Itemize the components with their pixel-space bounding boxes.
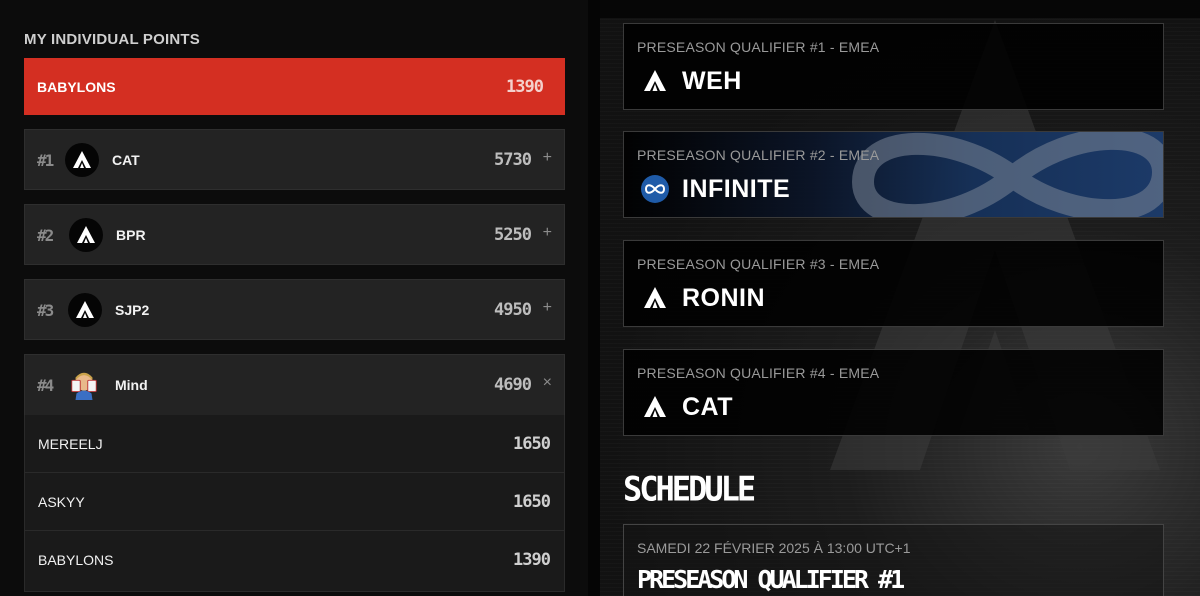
collapse-toggle-icon[interactable]: ×: [543, 374, 552, 392]
apex-logo-icon: [65, 143, 99, 177]
team-row-expanded[interactable]: #4 Mind 4690 ×: [24, 354, 565, 416]
member-name: MEREELJ: [38, 436, 103, 452]
team-points: 4690: [494, 375, 532, 395]
team-name: CAT: [112, 152, 140, 168]
qualifier-label: PRESEASON QUALIFIER #4 - EMEA: [637, 365, 880, 381]
qualifier-label: PRESEASON QUALIFIER #2 - EMEA: [637, 147, 880, 163]
member-points: 1650: [513, 434, 551, 454]
infinite-logo-icon: [638, 174, 672, 204]
schedule-title: SCHEDULE: [623, 469, 756, 509]
team-rank: #4: [37, 376, 54, 395]
member-row: BABYLONS 1390: [25, 531, 564, 589]
apex-logo-icon: [638, 66, 672, 96]
qualifier-winner: INFINITE: [682, 175, 791, 203]
member-name: BABYLONS: [38, 552, 114, 568]
apex-logo-icon: [68, 293, 102, 327]
panel-divider: [588, 0, 600, 596]
team-name: Mind: [115, 377, 148, 393]
section-title: MY INDIVIDUAL POINTS: [24, 31, 200, 48]
top-bar: [600, 0, 1200, 18]
team-rank: #1: [37, 151, 54, 170]
team-name: SJP2: [115, 302, 150, 318]
member-name: ASKYY: [38, 494, 85, 510]
team-row[interactable]: #2 BPR 5250 +: [24, 204, 565, 265]
team-rank: #2: [37, 226, 54, 245]
team-name: BPR: [116, 227, 146, 243]
qualifier-label: PRESEASON QUALIFIER #1 - EMEA: [637, 39, 880, 55]
event-date: SAMEDI 22 FÉVRIER 2025 À 13:00 UTC+1: [637, 540, 911, 556]
expand-toggle-icon[interactable]: +: [543, 224, 552, 242]
team-members-list: MEREELJ 1650 ASKYY 1650 BABYLONS 1390: [24, 415, 565, 592]
schedule-event-card[interactable]: SAMEDI 22 FÉVRIER 2025 À 13:00 UTC+1 PRE…: [623, 524, 1164, 596]
qualifier-card[interactable]: PRESEASON QUALIFIER #4 - EMEA CAT: [623, 349, 1164, 436]
expand-toggle-icon[interactable]: +: [543, 299, 552, 317]
qualifier-winner: CAT: [682, 393, 734, 421]
team-row[interactable]: #1 CAT 5730 +: [24, 129, 565, 190]
qualifier-card[interactable]: PRESEASON QUALIFIER #2 - EMEA INFINITE: [623, 131, 1164, 218]
qualifiers-panel: PRESEASON QUALIFIER #1 - EMEA WEH PRESEA…: [600, 0, 1200, 596]
team-rank: #3: [37, 301, 54, 320]
qualifier-label: PRESEASON QUALIFIER #3 - EMEA: [637, 256, 880, 272]
member-row: MEREELJ 1650: [25, 415, 564, 473]
qualifier-card[interactable]: PRESEASON QUALIFIER #3 - EMEA RONIN: [623, 240, 1164, 327]
my-player-points: 1390: [506, 77, 544, 97]
individual-points-panel: MY INDIVIDUAL POINTS BABYLONS 1390 #1 CA…: [0, 0, 588, 596]
my-player-name: BABYLONS: [37, 79, 116, 95]
qualifier-winner: WEH: [682, 67, 742, 95]
member-points: 1390: [513, 550, 551, 570]
team-points: 5250: [494, 225, 532, 245]
my-points-row: BABYLONS 1390: [24, 58, 565, 115]
team-row[interactable]: #3 SJP2 4950 +: [24, 279, 565, 340]
mind-avatar-icon: [67, 368, 101, 402]
event-name: PRESEASON QUALIFIER #1: [637, 565, 905, 594]
infinite-background-logo: [851, 132, 1163, 217]
qualifier-card[interactable]: PRESEASON QUALIFIER #1 - EMEA WEH: [623, 23, 1164, 110]
member-row: ASKYY 1650: [25, 473, 564, 531]
apex-logo-icon: [69, 218, 103, 252]
member-points: 1650: [513, 492, 551, 512]
apex-logo-icon: [638, 392, 672, 422]
team-points: 4950: [494, 300, 532, 320]
apex-logo-icon: [638, 283, 672, 313]
qualifier-winner: RONIN: [682, 284, 766, 312]
team-points: 5730: [494, 150, 532, 170]
expand-toggle-icon[interactable]: +: [543, 149, 552, 167]
